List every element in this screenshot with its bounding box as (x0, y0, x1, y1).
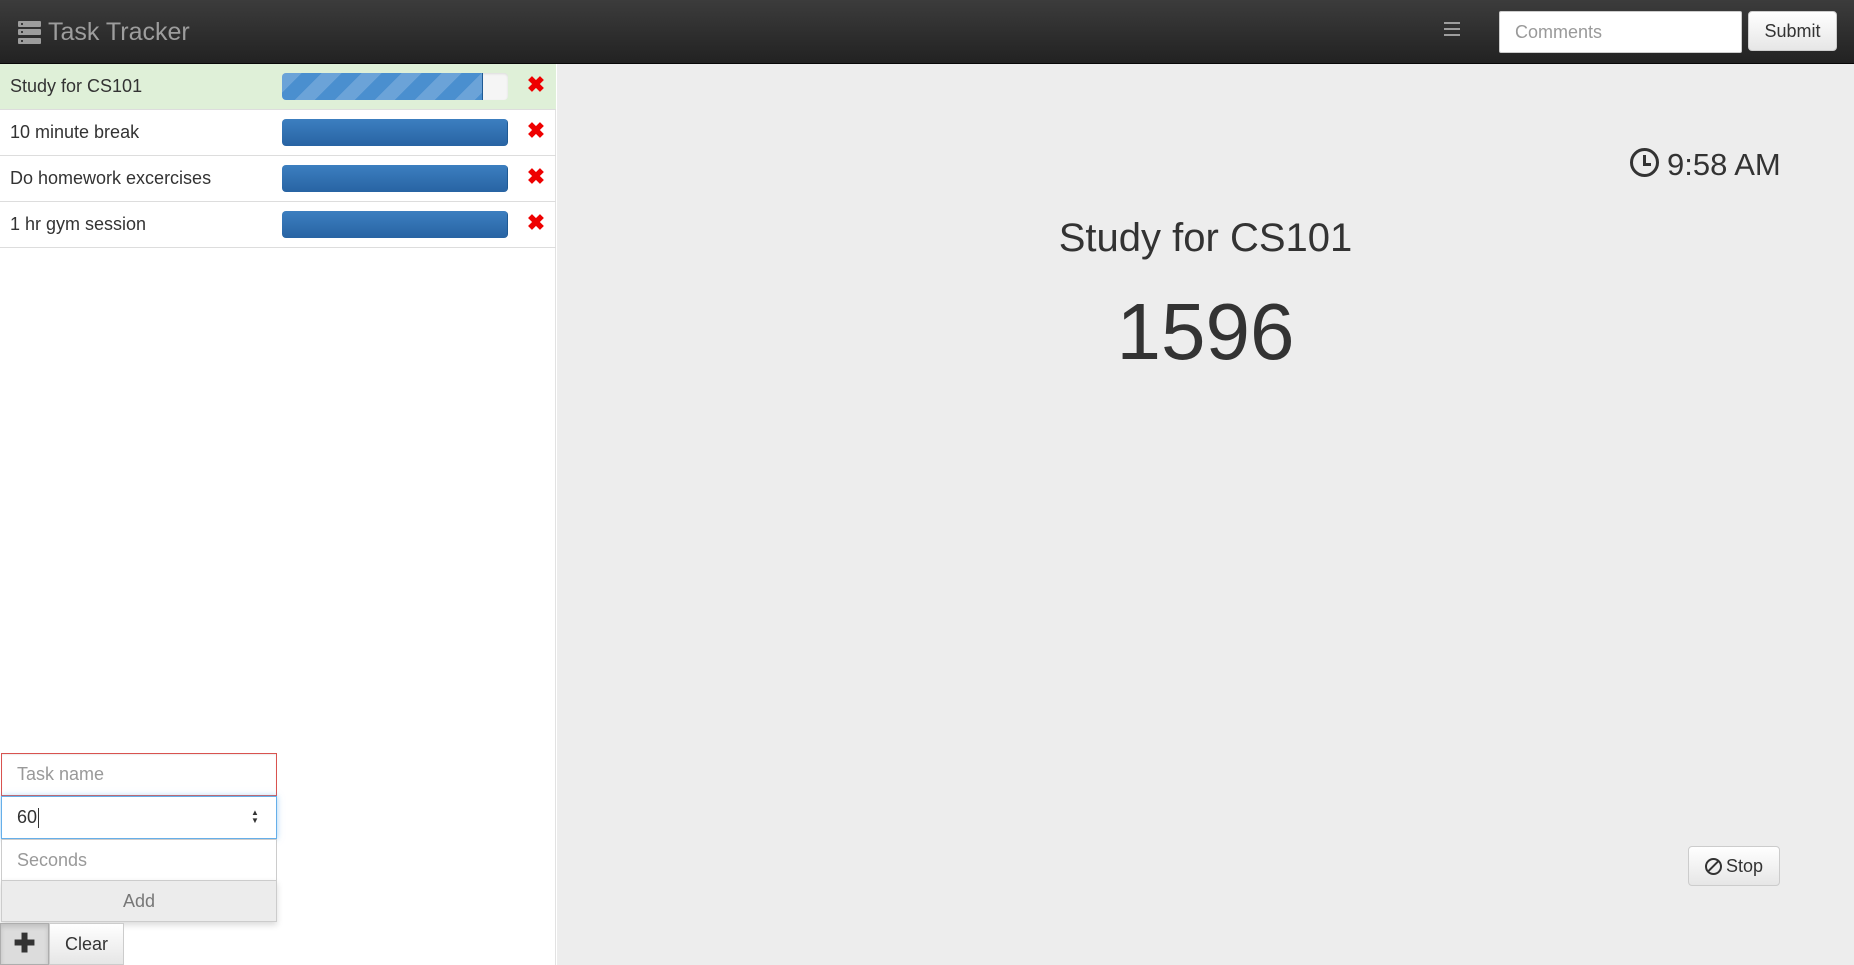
task-progress (282, 211, 508, 238)
text-cursor (38, 808, 40, 829)
duration-value: 60 (17, 807, 38, 827)
task-name: Do homework excercises (10, 168, 212, 188)
server-icon (18, 20, 41, 44)
task-name: 1 hr gym session (10, 214, 147, 234)
task-progress-bar (282, 73, 484, 100)
spinner-down-icon[interactable]: ▼ (250, 817, 260, 825)
add-task-button[interactable]: Add (1, 880, 277, 922)
app-brand[interactable]: Task Tracker (18, 15, 190, 49)
countdown-counter: 1596 (1116, 287, 1295, 376)
task-row[interactable]: 10 minute break ✖ (0, 110, 556, 156)
task-row[interactable]: 1 hr gym session ✖ (0, 202, 556, 248)
main-panel (557, 64, 1854, 965)
clock-icon (1630, 147, 1659, 177)
clock: 9:58 AM (1630, 147, 1781, 183)
clear-button[interactable]: Clear (49, 923, 124, 965)
top-navbar: Task Tracker Submit (0, 0, 1854, 64)
delete-task-icon[interactable]: ✖ (526, 73, 546, 97)
task-sidebar: Study for CS101 ✖ 10 minute break ✖ Do homew… (0, 64, 556, 965)
delete-task-icon[interactable]: ✖ (526, 119, 546, 143)
task-progress-bar (282, 165, 508, 192)
task-name-input[interactable] (1, 753, 277, 796)
task-row[interactable]: Study for CS101 ✖ (0, 64, 556, 110)
clock-time: 9:58 AM (1667, 147, 1781, 182)
task-progress (282, 119, 508, 146)
number-spinner[interactable]: ▲ ▼ (250, 809, 260, 826)
plus-icon[interactable]: ✚ (0, 923, 49, 965)
task-progress-bar (282, 211, 508, 238)
task-name: 10 minute break (10, 122, 140, 142)
stop-label: Stop (1725, 855, 1764, 876)
seconds-input[interactable] (1, 839, 277, 882)
task-progress-bar (282, 119, 508, 146)
hamburger-menu-icon[interactable] (1444, 21, 1460, 37)
task-name: Study for CS101 (10, 76, 143, 96)
task-progress (282, 73, 508, 100)
duration-number-input[interactable]: 60 ▲ ▼ (1, 796, 277, 839)
app-title: Task Tracker (48, 17, 190, 46)
submit-button[interactable]: Submit (1748, 11, 1837, 51)
task-progress (282, 165, 508, 192)
ban-icon (1704, 857, 1722, 875)
comments-input[interactable] (1499, 11, 1742, 53)
stop-button[interactable]: Stop (1688, 846, 1780, 886)
current-task-title: Study for CS101 (1058, 216, 1353, 260)
delete-task-icon[interactable]: ✖ (526, 211, 546, 235)
task-row[interactable]: Do homework excercises ✖ (0, 156, 556, 202)
delete-task-icon[interactable]: ✖ (526, 165, 546, 189)
